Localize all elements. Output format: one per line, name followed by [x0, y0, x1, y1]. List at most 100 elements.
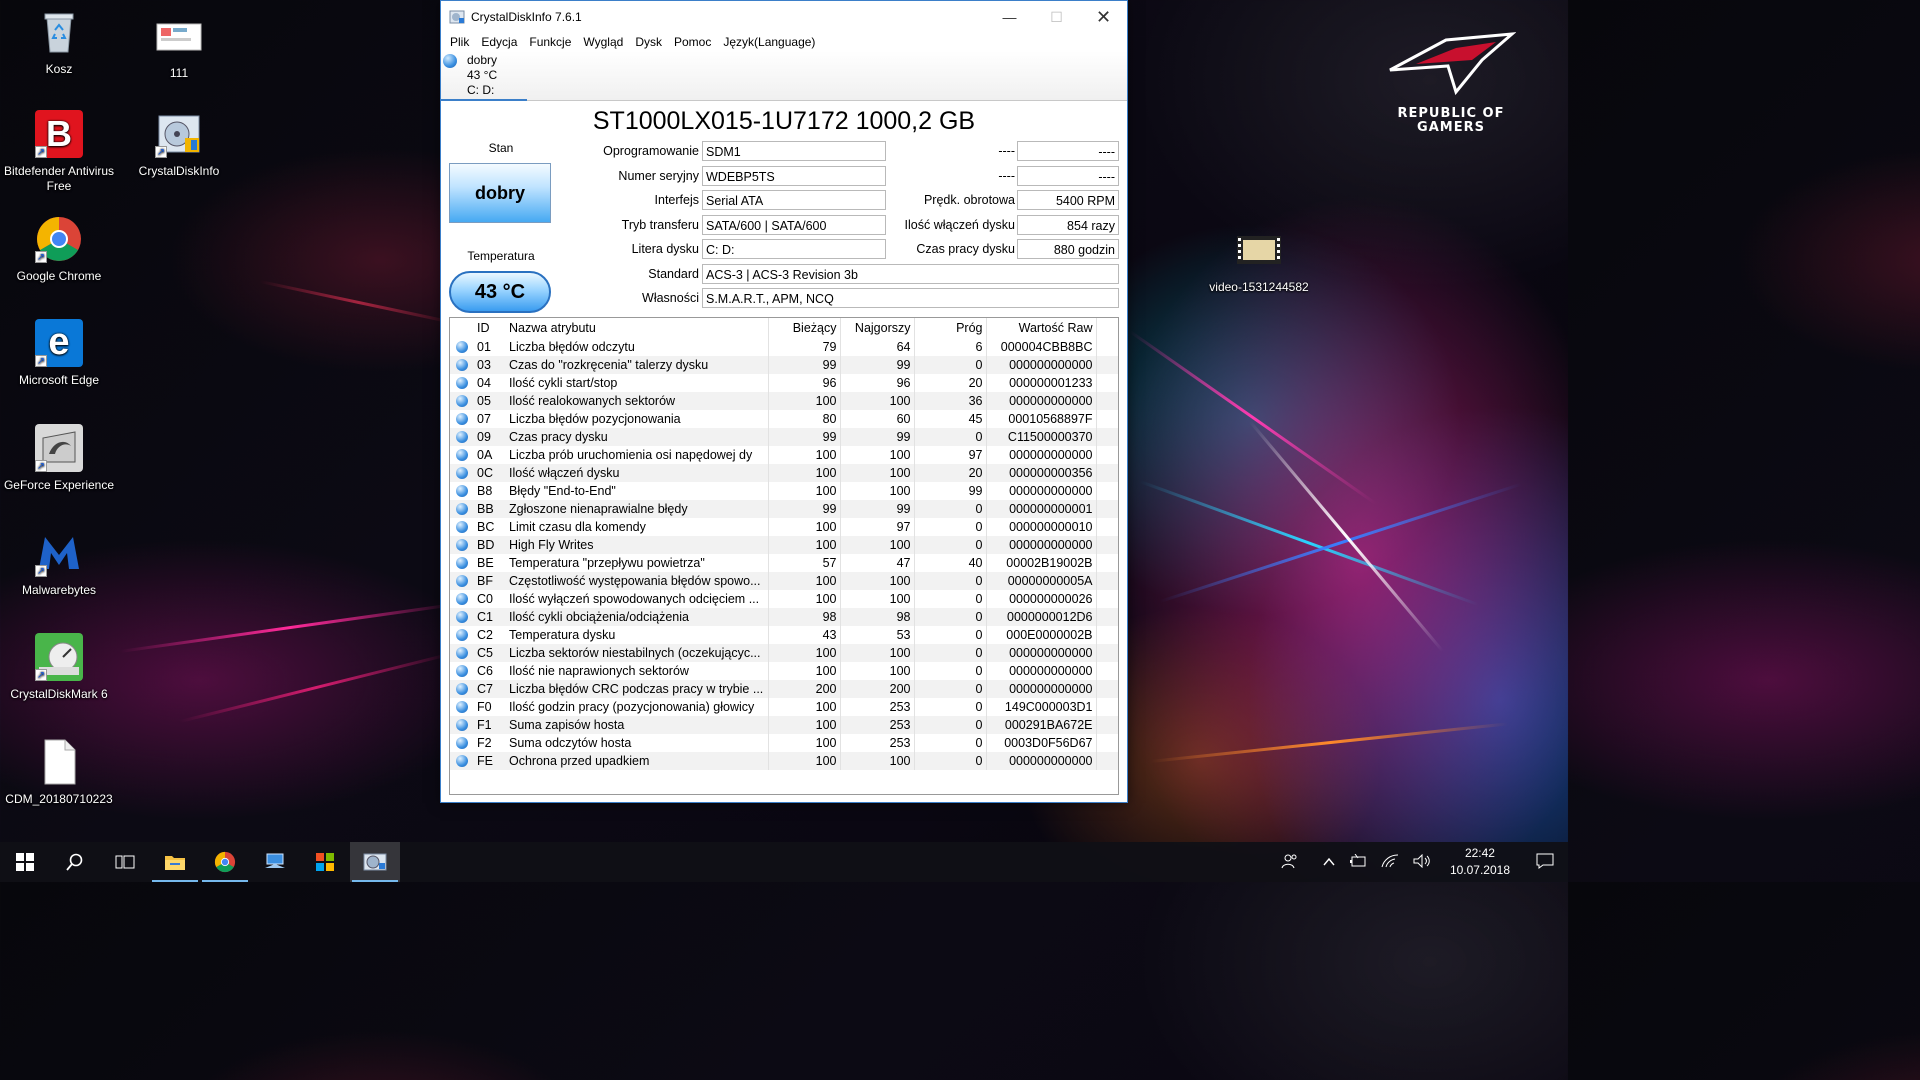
standard-value: ACS-3 | ACS-3 Revision 3b [702, 264, 1119, 284]
show-hidden-icons-button[interactable] [1316, 855, 1342, 870]
temperature-button[interactable]: 43 °C [449, 271, 551, 313]
file-explorer-taskbar-button[interactable] [150, 842, 200, 882]
table-row[interactable]: C1 Ilość cykli obciążenia/odciążenia 98 98 0… [450, 608, 1118, 626]
people-button[interactable] [1274, 852, 1306, 873]
table-row[interactable]: BF Częstotliwość występowania błędów spow… [450, 572, 1118, 590]
windows-app-taskbar-button[interactable] [300, 842, 350, 882]
table-row[interactable]: BC Limit czasu dla komendy 100 97 0 000000000… [450, 518, 1118, 536]
attr-name: Liczba błędów CRC podczas pracy w trybie… [506, 680, 768, 698]
action-center-button[interactable] [1522, 853, 1568, 872]
menu-dysk[interactable]: Dysk [629, 33, 668, 51]
table-row[interactable]: B8 Błędy "End-to-End" 100 100 99 000000000000 [450, 482, 1118, 500]
desktop-icon-malwarebytes[interactable]: ↗ Malwarebytes [0, 529, 118, 598]
chrome-taskbar-button[interactable] [200, 842, 250, 882]
row-status-cell [450, 428, 474, 446]
table-row[interactable]: 01 Liczba błędów odczytu 79 64 6 000004CBB8BC [450, 338, 1118, 356]
volume-button[interactable] [1406, 853, 1438, 871]
row-spacer [1095, 590, 1118, 608]
attr-threshold: 0 [913, 644, 986, 662]
table-row[interactable]: 04 Ilość cykli start/stop 96 96 20 0000000012… [450, 374, 1118, 392]
desktop-icon-cdm-file[interactable]: CDM_20180710223 [0, 738, 118, 807]
menu-pomoc[interactable]: Pomoc [668, 33, 717, 51]
table-row[interactable]: 05 Ilość realokowanych sektorów 100 100 36 00… [450, 392, 1118, 410]
close-button[interactable]: ✕ [1080, 1, 1127, 33]
attr-worst: 100 [839, 572, 914, 590]
attr-current: 100 [767, 590, 840, 608]
column-header-current[interactable]: Bieżący [767, 318, 840, 338]
column-header-raw[interactable]: Wartość Raw [985, 318, 1096, 338]
status-dot-icon [456, 629, 468, 641]
table-row[interactable]: C2 Temperatura dysku 43 53 0 000E0000002B [450, 626, 1118, 644]
row-status-cell [450, 590, 474, 608]
drive-tab[interactable]: dobry 43 °C C: D: [441, 51, 527, 101]
search-button[interactable] [50, 842, 100, 882]
network-app-icon [265, 853, 285, 868]
row-spacer [1095, 554, 1118, 572]
image-file-icon [155, 12, 203, 60]
battery-button[interactable] [1342, 853, 1374, 871]
desktop-icon-crystaldiskinfo[interactable]: ↗ CrystalDiskInfo [120, 110, 238, 179]
desktop-icon-crystaldiskmark[interactable]: ↗ CrystalDiskMark 6 [0, 633, 118, 702]
row-spacer [1095, 626, 1118, 644]
status-dot-icon [456, 557, 468, 569]
desktop-icon-video[interactable]: video-1531244582 [1200, 226, 1318, 295]
row-status-cell [450, 554, 474, 572]
desktop-icon-recycle-bin[interactable]: Kosz [0, 8, 118, 77]
table-row[interactable]: 03 Czas do "rozkręcenia" talerzy dysku 99 9… [450, 356, 1118, 374]
maximize-button[interactable]: ☐ [1033, 1, 1080, 33]
table-row[interactable]: 07 Liczba błędów pozycjonowania 80 60 45 0001… [450, 410, 1118, 428]
table-row[interactable]: F2 Suma odczytów hosta 100 253 0 0003D0F56D67 [450, 734, 1118, 752]
attr-raw: 000000000000 [985, 662, 1096, 680]
table-row[interactable]: 0A Liczba prób uruchomienia osi napędowej… [450, 446, 1118, 464]
table-row[interactable]: FE Ochrona przed upadkiem 100 100 0 000000000… [450, 752, 1118, 770]
windows-app-icon [316, 853, 334, 871]
table-row[interactable]: BB Zgłoszone nienaprawialne błędy 99 99 0 000… [450, 500, 1118, 518]
table-row[interactable]: C5 Liczba sektorów niestabilnych (oczekuj… [450, 644, 1118, 662]
start-button[interactable] [0, 842, 50, 882]
status-dot-icon [456, 413, 468, 425]
network-app-taskbar-button[interactable] [250, 842, 300, 882]
wifi-button[interactable] [1374, 853, 1406, 871]
table-row[interactable]: C6 Ilość nie naprawionych sektorów 100 100 0… [450, 662, 1118, 680]
menu-funkcje[interactable]: Funkcje [523, 33, 577, 51]
row-status-cell [450, 680, 474, 698]
smart-attributes-table[interactable]: ID Nazwa atrybutu Bieżący Najgorszy Próg… [449, 317, 1119, 795]
table-row[interactable]: 09 Czas pracy dysku 99 99 0 C11500000370 [450, 428, 1118, 446]
title-bar[interactable]: CrystalDiskInfo 7.6.1 — ☐ ✕ [441, 1, 1127, 33]
desktop-icon-chrome[interactable]: ↗ Google Chrome [0, 215, 118, 284]
desktop-icon-label: CrystalDiskInfo [138, 164, 220, 178]
table-row[interactable]: BE Temperatura "przepływu powietrza" 57 47 4… [450, 554, 1118, 572]
column-header-id[interactable]: ID [474, 318, 506, 338]
table-row[interactable]: 0C Ilość włączeń dysku 100 100 20 00000000035… [450, 464, 1118, 482]
menu-plik[interactable]: Plik [444, 33, 475, 51]
column-header-worst[interactable]: Najgorszy [839, 318, 914, 338]
attr-name: Liczba błędów pozycjonowania [509, 412, 681, 426]
menu-wyglad[interactable]: Wygląd [577, 33, 629, 51]
row-status-cell [450, 374, 474, 392]
desktop-icon-edge[interactable]: e ↗ Microsoft Edge [0, 319, 118, 388]
crystaldiskinfo-taskbar-button[interactable] [350, 842, 400, 882]
row-spacer [1095, 536, 1118, 554]
desktop-icon-geforce[interactable]: ↗ GeForce Experience [0, 424, 118, 493]
table-row[interactable]: C0 Ilość wyłączeń spowodowanych odcięciem… [450, 590, 1118, 608]
desktop-icon-bitdefender[interactable]: B ↗ Bitdefender Antivirus Free [0, 110, 118, 194]
attr-raw: 000004CBB8BC [985, 338, 1096, 356]
menu-edycja[interactable]: Edycja [475, 33, 523, 51]
attr-worst: 53 [839, 626, 914, 644]
task-view-button[interactable] [100, 842, 150, 882]
column-header-status[interactable] [450, 318, 474, 338]
table-row[interactable]: F1 Suma zapisów hosta 100 253 0 000291BA672E [450, 716, 1118, 734]
menu-language[interactable]: Język(Language) [717, 33, 821, 51]
health-status-button[interactable]: dobry [449, 163, 551, 223]
column-header-threshold[interactable]: Próg [913, 318, 986, 338]
smart-table-body: 01 Liczba błędów odczytu 79 64 6 000004CBB8BC… [450, 338, 1118, 770]
minimize-button[interactable]: — [986, 1, 1033, 33]
battery-icon [1349, 853, 1366, 866]
clock[interactable]: 22:42 10.07.2018 [1438, 845, 1522, 879]
desktop-icon-111[interactable]: 111 [120, 12, 238, 81]
table-row[interactable]: C7 Liczba błędów CRC podczas pracy w tryb… [450, 680, 1118, 698]
column-header-name[interactable]: Nazwa atrybutu [506, 318, 768, 338]
attr-current: 100 [767, 392, 840, 410]
table-row[interactable]: BD High Fly Writes 100 100 0 000000000000 [450, 536, 1118, 554]
table-row[interactable]: F0 Ilość godzin pracy (pozycjonowania) gł… [450, 698, 1118, 716]
